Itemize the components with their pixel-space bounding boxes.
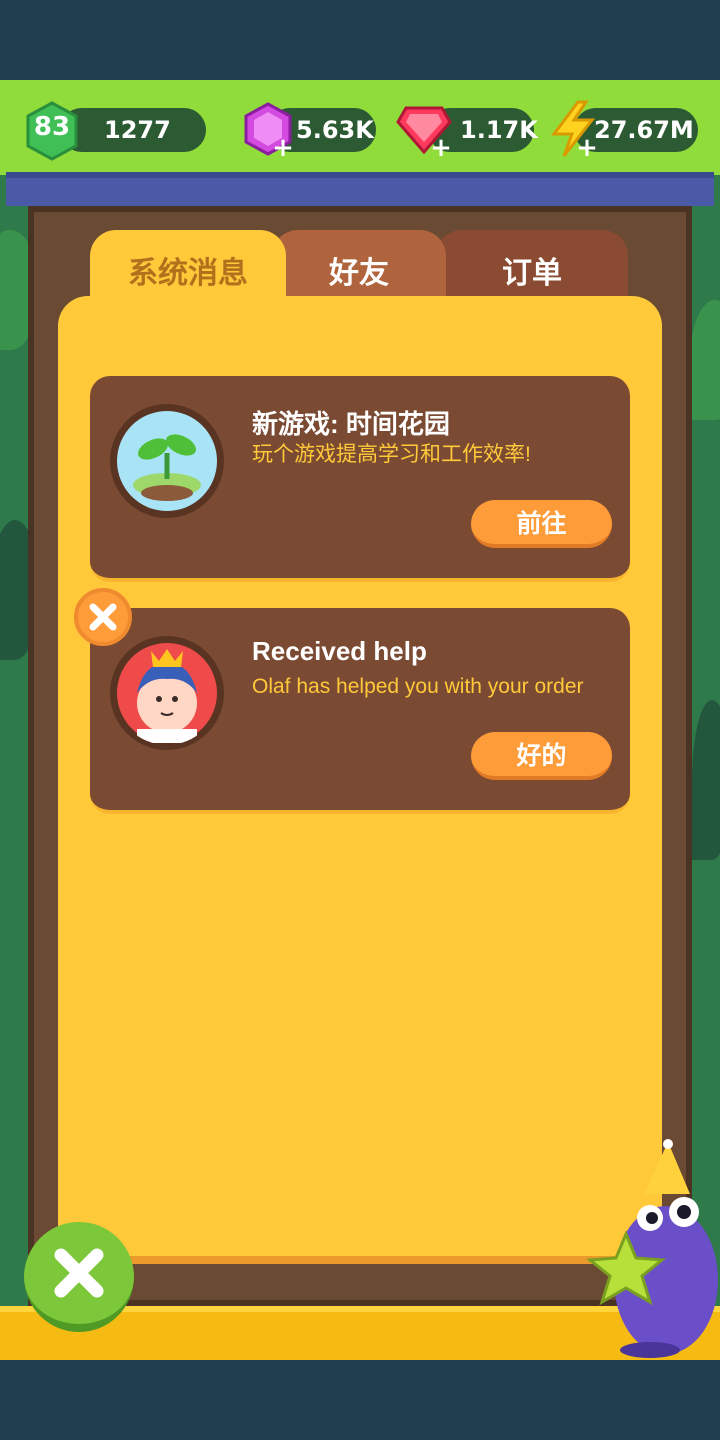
- dismiss-message-button[interactable]: [74, 588, 132, 646]
- close-icon: [54, 1248, 104, 1298]
- tab-label: 系统消息: [128, 256, 248, 291]
- avatar: [110, 636, 224, 750]
- bottom-background: [0, 1360, 720, 1440]
- purple-gem-value: 5.63K: [296, 116, 374, 144]
- red-gem-value: 1.17K: [460, 116, 538, 144]
- message-title: Received help: [252, 636, 427, 666]
- xp-counter: 1277: [60, 108, 206, 152]
- close-panel-button[interactable]: [24, 1222, 134, 1332]
- xp-value: 1277: [104, 116, 171, 144]
- go-button[interactable]: 前往: [471, 500, 612, 548]
- sprout-icon: [117, 411, 217, 511]
- add-purple-gem-icon[interactable]: +: [272, 135, 294, 161]
- message-title: 新游戏: 时间花园: [252, 409, 450, 439]
- energy-value: 27.67M: [594, 116, 694, 144]
- avatar: [110, 404, 224, 518]
- message-card: 新游戏: 时间花园 玩个游戏提高学习和工作效率! 前往: [90, 376, 630, 582]
- tab-label: 好友: [329, 256, 389, 291]
- add-energy-icon[interactable]: +: [576, 135, 598, 161]
- message-card: Received help Olaf has helped you with y…: [90, 608, 630, 814]
- mascot-dinosaur-icon: [586, 1139, 718, 1358]
- ok-button[interactable]: 好的: [471, 732, 612, 780]
- message-subtitle: Olaf has helped you with your order: [252, 675, 584, 698]
- shelf-divider: [6, 172, 714, 206]
- close-icon: [89, 603, 117, 631]
- level-value: 83: [33, 112, 71, 142]
- tab-label: 订单: [502, 256, 562, 291]
- top-background: [0, 0, 720, 80]
- message-subtitle: 玩个游戏提高学习和工作效率!: [252, 443, 531, 466]
- king-avatar-icon: [117, 643, 217, 743]
- add-red-gem-icon[interactable]: +: [430, 135, 452, 161]
